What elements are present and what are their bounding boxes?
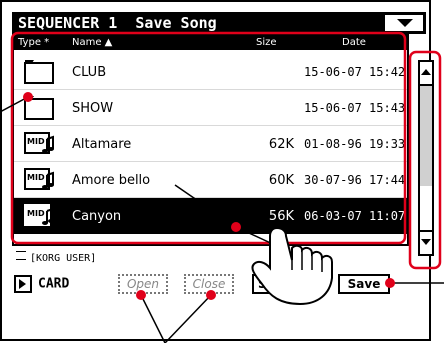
scrollbar[interactable] [414,56,442,268]
list-item[interactable]: MID Altamare 62K 01-08-96 19:33 [14,126,407,162]
file-date: 30-07-96 17:44 [304,173,406,187]
page-menu-button[interactable] [384,14,424,32]
file-size: 56K [268,209,294,224]
device-play-icon [14,275,32,293]
chevron-down-icon [397,19,413,27]
column-type[interactable]: Type * [18,36,49,50]
page-title: SEQUENCER 1 Save Song [18,14,217,32]
column-size[interactable]: Size [256,36,277,50]
file-list[interactable]: Type * Name ▲ Size Date CLUB 15-06-07 15… [12,34,409,246]
file-name: SHOW [72,101,114,116]
midi-icon-label: MID [27,137,45,146]
midi-file-icon: MID [24,132,54,154]
file-date: 01-08-96 19:33 [304,137,406,151]
folder-icon [24,60,54,84]
save-button[interactable]: Save [338,274,390,294]
midi-icon-label: MID [27,173,45,182]
scroll-up-button[interactable] [420,62,432,86]
title-bar: SEQUENCER 1 Save Song [12,12,426,34]
path-icon [16,251,26,260]
midi-file-icon: MID [24,204,54,226]
file-size: 62K [268,137,294,152]
file-name: Amore bello [72,173,151,188]
column-name[interactable]: Name ▲ [72,36,112,50]
scroll-thumb[interactable] [420,86,432,186]
scroll-down-button[interactable] [420,230,432,254]
device-selector[interactable]: CARD [14,275,69,293]
current-path: [KORG USER] [16,251,97,264]
sequencer-screen: SEQUENCER 1 Save Song Type * Name ▲ Size… [0,0,434,341]
file-size: 60K [268,173,294,188]
device-label: CARD [38,276,70,292]
arrow-down-icon [421,239,431,245]
sync-button[interactable]: Syn [252,274,294,294]
folder-icon [24,96,54,120]
open-button[interactable]: Open [118,274,168,294]
file-date: 06-03-07 11:07 [304,209,406,223]
file-date: 15-06-07 15:43 [304,101,406,115]
midi-file-icon: MID [24,168,54,190]
midi-icon-label: MID [27,209,45,218]
close-button[interactable]: Close [184,274,234,294]
path-label: [KORG USER] [30,253,97,264]
list-item[interactable]: SHOW 15-06-07 15:43 [14,90,407,126]
list-item[interactable]: MID Amore bello 60K 30-07-96 17:44 [14,162,407,198]
file-name: Canyon [72,209,122,224]
column-date[interactable]: Date [342,36,366,50]
file-name: Altamare [72,137,132,152]
list-item[interactable]: CLUB 15-06-07 15:42 [14,54,407,90]
file-name: CLUB [72,65,107,80]
list-header: Type * Name ▲ Size Date [14,36,407,50]
file-date: 15-06-07 15:42 [304,65,406,79]
list-item-selected[interactable]: MID Canyon 56K 06-03-07 11:07 [14,198,407,234]
arrow-up-icon [421,69,431,75]
